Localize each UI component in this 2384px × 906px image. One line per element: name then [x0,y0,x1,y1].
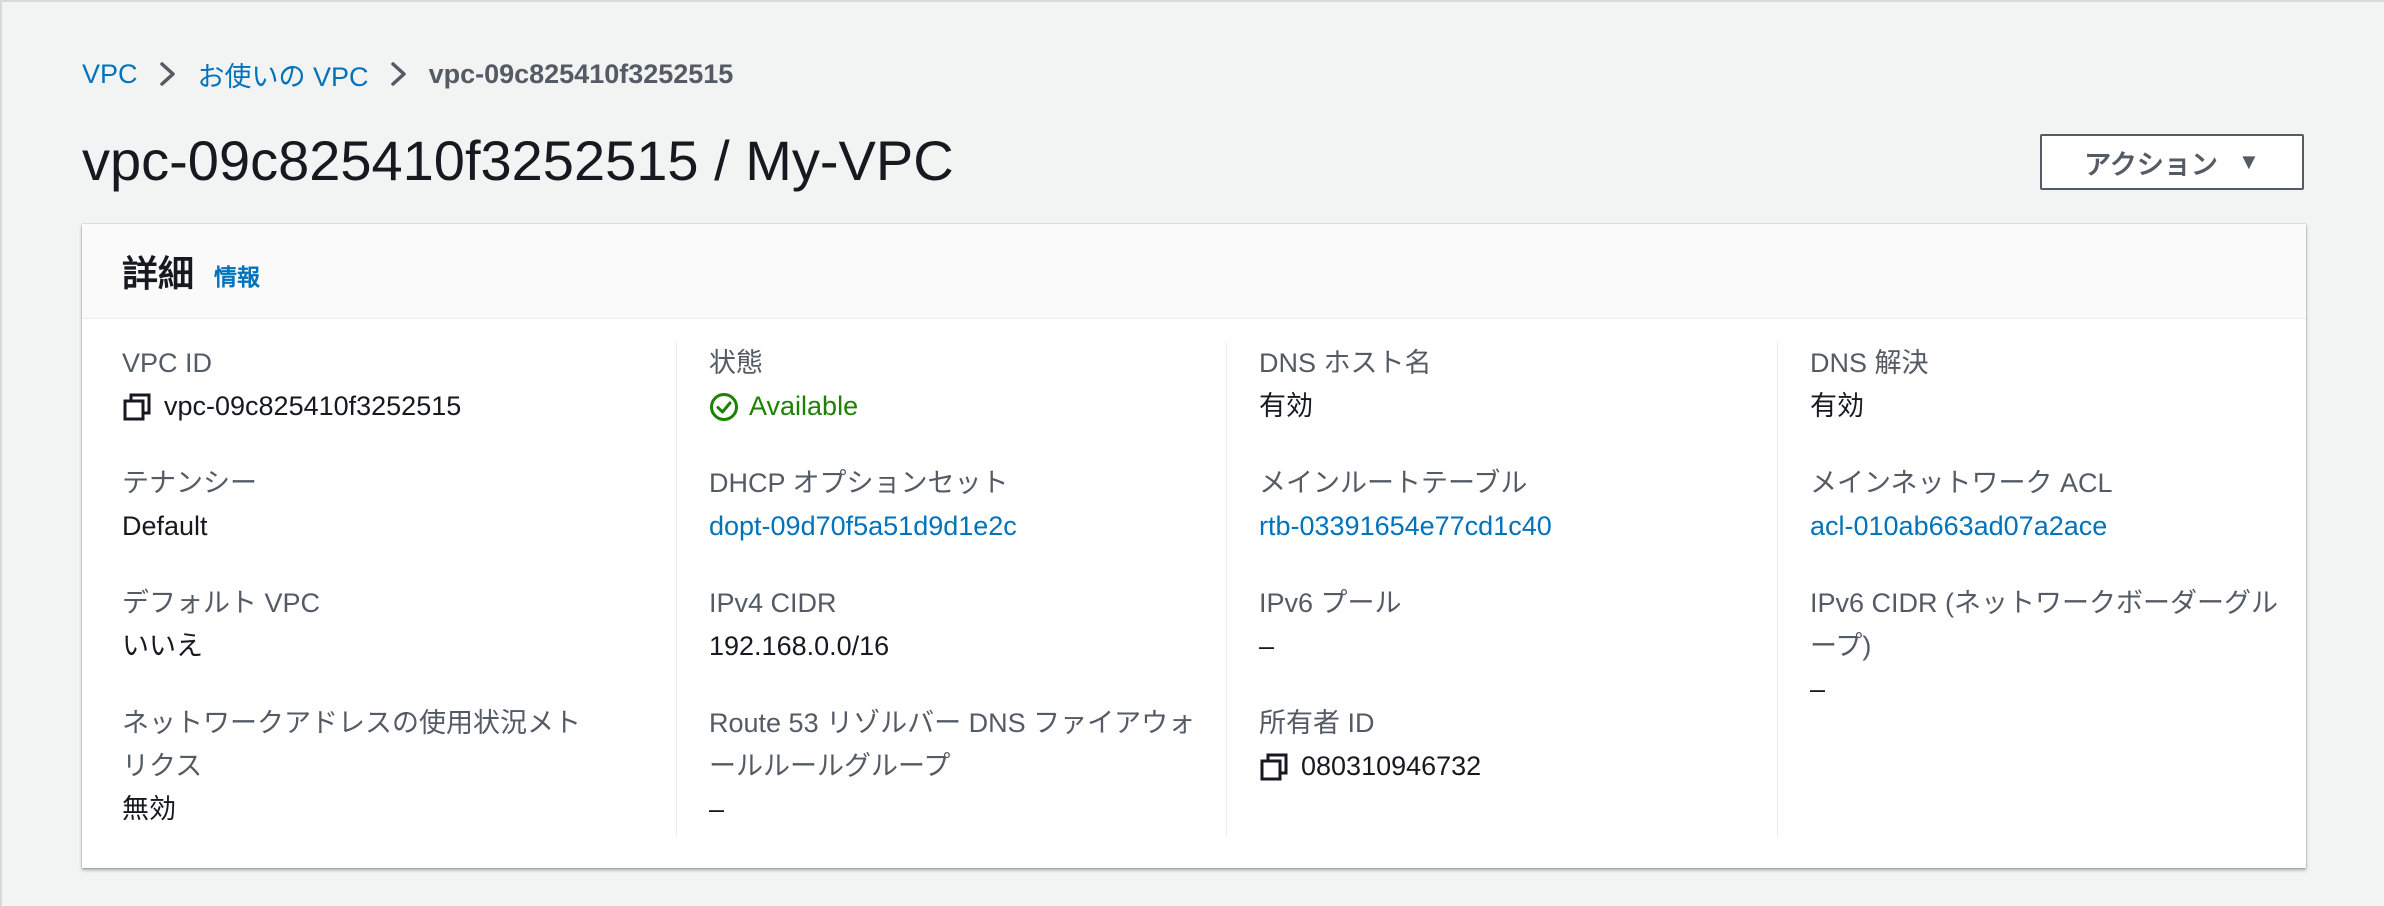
field-tenancy: テナンシー Default [122,462,622,548]
details-column-4: DNS 解決 有効 メインネットワーク ACL acl-010ab663ad07… [1777,342,2298,836]
field-value: Available [709,385,1209,428]
vpc-detail-page: VPC お使いの VPC vpc-09c825410f3252515 vpc-0… [0,0,2384,906]
field-label: メインルートテーブル [1259,468,1528,498]
breadcrumb-current: vpc-09c825410f3252515 [428,58,734,89]
main-network-acl-link[interactable]: acl-010ab663ad07a2ace [1810,505,2310,548]
field-label: DHCP オプションセット [709,468,1009,498]
details-title: 詳細 [122,253,195,294]
field-label: 状態 [709,348,763,378]
dhcp-option-set-link[interactable]: dopt-09d70f5a51d9d1e2c [709,505,1209,548]
field-owner-id: 所有者 ID 080310946732 [1227,702,1759,788]
field-value: – [1259,631,1275,661]
field-route53-resolver-dns-firewall: Route 53 リゾルバー DNS ファイアウォールルールグループ – [677,702,1199,831]
copy-icon[interactable] [1259,752,1289,782]
field-network-address-usage-metrics: ネットワークアドレスの使用状況メトリクス 無効 [122,702,602,831]
field-label: IPv4 CIDR [709,588,837,618]
main-route-table-link[interactable]: rtb-03391654e77cd1c40 [1259,505,1759,548]
state-value: Available [749,391,859,421]
details-panel: 詳細 情報 VPC ID vpc-09c825410f3252515 テナンシー [82,224,2306,868]
field-ipv4-cidr: IPv4 CIDR 192.168.0.0/16 [677,582,1209,668]
field-main-network-acl: メインネットワーク ACL acl-010ab663ad07a2ace [1778,462,2310,548]
field-label: テナンシー [122,468,257,498]
field-value: vpc-09c825410f3252515 [122,385,622,428]
info-link[interactable]: 情報 [214,258,260,292]
details-column-2: 状態 Available DHCP オプションセット dopt-09d70f5a… [676,342,1197,836]
field-main-route-table: メインルートテーブル rtb-03391654e77cd1c40 [1227,462,1759,548]
field-value: 192.168.0.0/16 [709,631,890,661]
field-value: – [1810,674,1826,704]
owner-id-value: 080310946732 [1301,751,1482,781]
field-label: メインネットワーク ACL [1810,468,2113,498]
details-column-3: DNS ホスト名 有効 メインルートテーブル rtb-03391654e77cd… [1226,342,1747,836]
caret-down-icon: ▼ [2237,149,2260,174]
field-ipv6-pool: IPv6 プール – [1227,582,1759,668]
field-label: ネットワークアドレスの使用状況メトリクス [122,708,581,781]
field-label: VPC ID [122,348,213,378]
breadcrumb-vpc-link[interactable]: VPC [82,59,138,90]
actions-dropdown-button[interactable]: アクション ▼ [2040,134,2304,190]
chevron-right-icon [379,54,419,94]
field-label: IPv6 CIDR (ネットワークボーダーグループ) [1810,588,2279,661]
field-dhcp-option-set: DHCP オプションセット dopt-09d70f5a51d9d1e2c [677,462,1209,548]
breadcrumb: VPC お使いの VPC vpc-09c825410f3252515 [82,54,733,94]
details-panel-header: 詳細 情報 [82,224,2306,319]
field-dns-hostnames: DNS ホスト名 有効 [1227,342,1759,428]
field-ipv6-cidr: IPv6 CIDR (ネットワークボーダーグループ) – [1778,582,2300,711]
field-value: – [709,794,725,824]
actions-button-label: アクション [2084,149,2218,180]
field-label: デフォルト VPC [122,588,321,618]
field-label: 所有者 ID [1259,708,1375,738]
check-circle-icon [709,392,739,422]
field-label: Route 53 リゾルバー DNS ファイアウォールルールグループ [709,708,1196,781]
details-column-1: VPC ID vpc-09c825410f3252515 テナンシー Defau… [122,342,642,836]
field-value: 有効 [1259,391,1313,421]
breadcrumb-your-vpcs-link[interactable]: お使いの VPC [198,55,369,94]
field-value: いいえ [122,631,203,661]
page-title: vpc-09c825410f3252515 / My-VPC [82,129,954,192]
field-label: IPv6 プール [1259,588,1402,618]
field-value: Default [122,511,208,541]
field-label: DNS ホスト名 [1259,348,1432,378]
details-columns: VPC ID vpc-09c825410f3252515 テナンシー Defau… [82,318,2306,868]
field-label: DNS 解決 [1810,348,1929,378]
chevron-right-icon [148,54,188,94]
field-value: 有効 [1810,391,1864,421]
field-dns-resolution: DNS 解決 有効 [1778,342,2310,428]
field-value: 080310946732 [1259,745,1759,788]
field-value: 無効 [122,794,176,824]
field-state: 状態 Available [677,342,1209,428]
vpc-id-value: vpc-09c825410f3252515 [164,391,462,421]
field-vpc-id: VPC ID vpc-09c825410f3252515 [122,342,622,428]
copy-icon[interactable] [122,392,152,422]
field-default-vpc: デフォルト VPC いいえ [122,582,622,668]
